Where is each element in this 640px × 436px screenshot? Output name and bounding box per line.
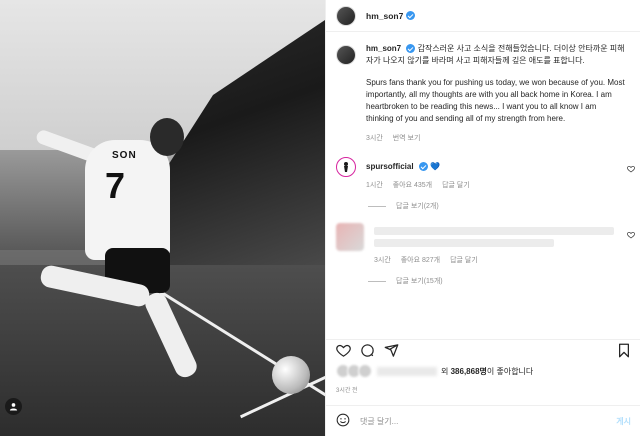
comment-time: 1시간 <box>366 182 383 189</box>
heart-icon[interactable] <box>627 231 635 241</box>
caption: hm_son7 갑작스러운 사고 소식을 전해들었습니다. 더이상 안타까운 피… <box>326 33 640 145</box>
emoji-icon[interactable] <box>336 413 350 429</box>
comment-meta: 1시간 좋아요 435개 답글 달기 <box>366 180 616 191</box>
avatar <box>358 364 372 378</box>
post-time: 3시간 전 <box>336 388 358 394</box>
likes-count[interactable]: 386,868명 <box>451 367 487 376</box>
caption-english: Spurs fans thank you for pushing us toda… <box>366 78 625 123</box>
jersey-name: SON <box>112 150 137 161</box>
caption-body: hm_son7 갑작스러운 사고 소식을 전해들었습니다. 더이상 안타까운 피… <box>366 43 626 145</box>
caption-korean: 갑작스러운 사고 소식을 전해들었습니다. 더이상 안타까운 피해자가 나오지 … <box>366 44 625 65</box>
view-replies[interactable]: 답글 보기(15개) <box>368 276 640 286</box>
comment-meta: 3시간 좋아요 827개 답글 달기 <box>374 255 624 266</box>
likes-summary[interactable]: 외 386,868명이 좋아합니다 <box>336 364 533 378</box>
comment-time: 3시간 <box>374 257 391 264</box>
post-photo[interactable]: SON 7 <box>0 0 325 436</box>
comment-likes[interactable]: 좋아요 435개 <box>393 182 432 189</box>
replies-divider <box>368 205 386 207</box>
caption-meta: 3시간 번역 보기 <box>366 133 626 145</box>
action-bar <box>326 339 640 361</box>
replies-divider <box>368 280 386 282</box>
player-head <box>150 118 184 156</box>
blurred-liker-name <box>377 366 437 376</box>
verified-badge-icon <box>418 162 428 172</box>
view-replies-label[interactable]: 답글 보기(2개) <box>396 201 439 211</box>
post-header: hm_son7 <box>326 0 640 32</box>
avatar[interactable] <box>336 45 356 65</box>
likes-prefix: 외 <box>441 366 449 376</box>
heart-icon[interactable] <box>336 343 351 358</box>
blurred-comment-text <box>374 239 554 247</box>
avatar[interactable] <box>336 5 356 26</box>
post-button[interactable]: 게시 <box>616 416 631 427</box>
liker-avatars <box>336 364 372 378</box>
comment-icon[interactable] <box>360 343 375 358</box>
verified-badge-icon <box>406 44 416 54</box>
comment-item: spursofficial 💙 1시간 좋아요 435개 답글 달기 <box>326 145 640 191</box>
comment-input[interactable] <box>360 416 617 426</box>
reply-link[interactable]: 답글 달기 <box>442 182 470 189</box>
avatar[interactable] <box>336 223 364 251</box>
comment-body: spursofficial 💙 1시간 좋아요 435개 답글 달기 <box>366 157 616 191</box>
football <box>272 356 310 394</box>
translate-link[interactable]: 번역 보기 <box>393 135 421 142</box>
comment-body: 3시간 좋아요 827개 답글 달기 <box>374 223 624 266</box>
heart-icon[interactable] <box>627 165 635 175</box>
post-panel: hm_son7 hm_son7 갑작스러운 사고 소식을 전해들었습니다. 더이… <box>325 0 640 436</box>
comments-scroll[interactable]: hm_son7 갑작스러운 사고 소식을 전해들었습니다. 더이상 안타까운 피… <box>326 33 640 338</box>
add-comment-bar: 게시 <box>326 405 640 436</box>
caption-username[interactable]: hm_son7 <box>366 44 401 53</box>
caption-time: 3시간 <box>366 135 383 142</box>
header-username[interactable]: hm_son7 <box>366 11 403 21</box>
comment-text: 💙 <box>430 162 441 171</box>
comment-likes[interactable]: 좋아요 827개 <box>401 257 440 264</box>
blurred-comment-text <box>374 227 614 235</box>
user-tag-icon[interactable] <box>5 398 22 415</box>
avatar[interactable] <box>336 157 356 177</box>
view-replies[interactable]: 답글 보기(2개) <box>368 201 640 211</box>
jersey-number: 7 <box>105 165 126 206</box>
bookmark-icon[interactable] <box>617 343 631 358</box>
share-icon[interactable] <box>384 343 399 358</box>
verified-badge-icon <box>406 11 416 20</box>
likes-text: 외 386,868명이 좋아합니다 <box>441 366 533 377</box>
comment-item: 3시간 좋아요 827개 답글 달기 <box>326 211 640 266</box>
likes-suffix: 이 좋아합니다 <box>486 366 534 376</box>
view-replies-label[interactable]: 답글 보기(15개) <box>396 276 443 286</box>
reply-link[interactable]: 답글 달기 <box>450 257 478 264</box>
comment-username[interactable]: spursofficial <box>366 162 414 171</box>
